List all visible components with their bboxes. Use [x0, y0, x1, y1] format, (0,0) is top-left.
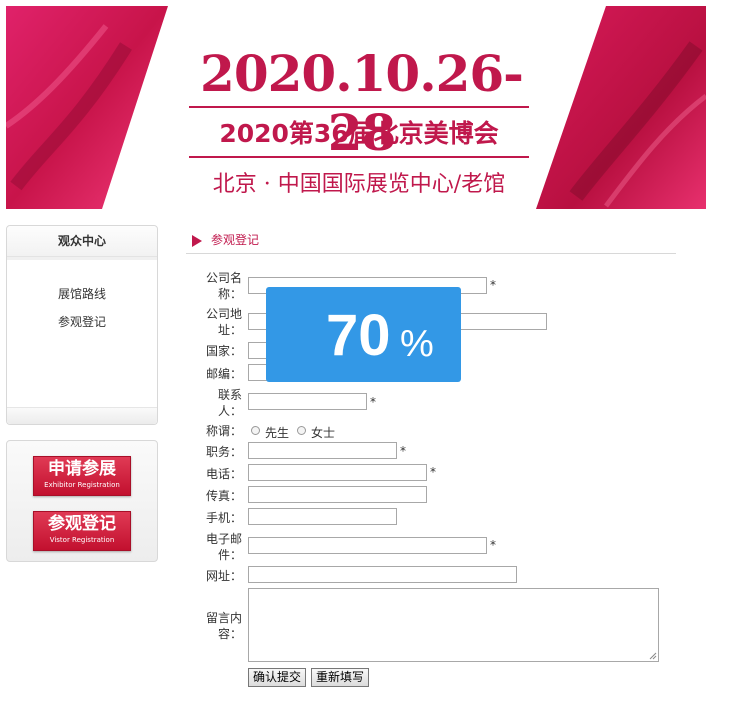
contact-label-2: 人： — [217, 404, 242, 418]
fax-input[interactable] — [248, 486, 427, 503]
event-title: 2020第36届北京美博会 — [219, 119, 499, 148]
progress-unit: % — [400, 323, 434, 365]
salutation-mr-label: 先生 — [265, 426, 290, 440]
banner-rule-top — [189, 106, 529, 108]
mobile-input[interactable] — [248, 508, 397, 525]
visitor-center-panel: 观众中心 展馆路线 参观登记 — [6, 225, 158, 425]
visitor-registration-label: 参观登记 — [48, 514, 116, 534]
phone-required: * — [430, 465, 436, 479]
company-name-required: * — [490, 278, 496, 292]
message-label-1: 留言内 — [205, 611, 242, 625]
panel-footer — [7, 407, 157, 424]
section-divider — [186, 253, 676, 254]
section-title: 参观登记 — [211, 233, 260, 247]
contact-input[interactable] — [248, 393, 367, 410]
banner-rule-bottom — [189, 156, 529, 158]
email-label-2: 件： — [217, 548, 242, 562]
exhibitor-registration-label: 申请参展 — [48, 459, 116, 479]
company-name-label-2: 称： — [217, 287, 242, 301]
message-textarea[interactable] — [248, 588, 659, 662]
contact-required: * — [370, 395, 376, 409]
exhibitor-registration-button[interactable]: 申请参展 Exhibitor Registration — [33, 456, 131, 496]
salutation-mr-radio[interactable] — [251, 426, 260, 435]
email-required: * — [490, 538, 496, 552]
position-label: 职务： — [205, 445, 242, 459]
email-label-1: 电子邮 — [205, 532, 242, 546]
website-input[interactable] — [248, 566, 517, 583]
website-label: 网址： — [205, 569, 242, 583]
company-address-label-1: 公司地 — [205, 307, 242, 321]
phone-label: 电话： — [205, 467, 242, 481]
salutation-label: 称谓： — [205, 424, 242, 438]
visitor-center-title: 观众中心 — [7, 226, 157, 257]
exhibitor-registration-sublabel: Exhibitor Registration — [44, 481, 120, 489]
company-name-label-1: 公司名 — [205, 271, 242, 285]
event-banner: 2020.10.26-28 2020第36届北京美博会 北京 · 中国国际展览中… — [6, 6, 706, 209]
visitor-registration-sublabel: Vistor Registration — [49, 536, 115, 544]
mobile-label: 手机： — [205, 511, 242, 525]
event-venue: 北京 · 中国国际展览中心/老馆 — [212, 172, 506, 197]
position-required: * — [400, 444, 406, 458]
postcode-label: 邮编： — [205, 367, 242, 381]
country-label: 国家： — [205, 344, 242, 358]
resize-handle-icon[interactable] — [649, 652, 657, 660]
submit-button[interactable]: 确认提交 — [248, 668, 306, 687]
sidebar-link-venue-route[interactable]: 展馆路线 — [7, 280, 157, 308]
phone-input[interactable] — [248, 464, 427, 481]
fax-label: 传真： — [205, 489, 242, 503]
sidebar-link-visitor-registration[interactable]: 参观登记 — [7, 308, 157, 336]
progress-value: 70 — [326, 303, 391, 368]
position-input[interactable] — [248, 442, 397, 459]
section-arrow-icon — [192, 235, 202, 247]
progress-overlay: 70 % — [266, 287, 461, 382]
email-input[interactable] — [248, 537, 487, 554]
salutation-ms-label: 女士 — [311, 426, 336, 440]
reset-button[interactable]: 重新填写 — [311, 668, 369, 687]
message-label-2: 容： — [217, 627, 242, 641]
registration-buttons-panel: 申请参展 Exhibitor Registration 参观登记 Vistor … — [6, 440, 158, 562]
salutation-ms-radio[interactable] — [297, 426, 306, 435]
visitor-registration-button[interactable]: 参观登记 Vistor Registration — [33, 511, 131, 551]
company-address-label-2: 址： — [217, 323, 242, 337]
contact-label-1: 联系 — [217, 388, 242, 402]
